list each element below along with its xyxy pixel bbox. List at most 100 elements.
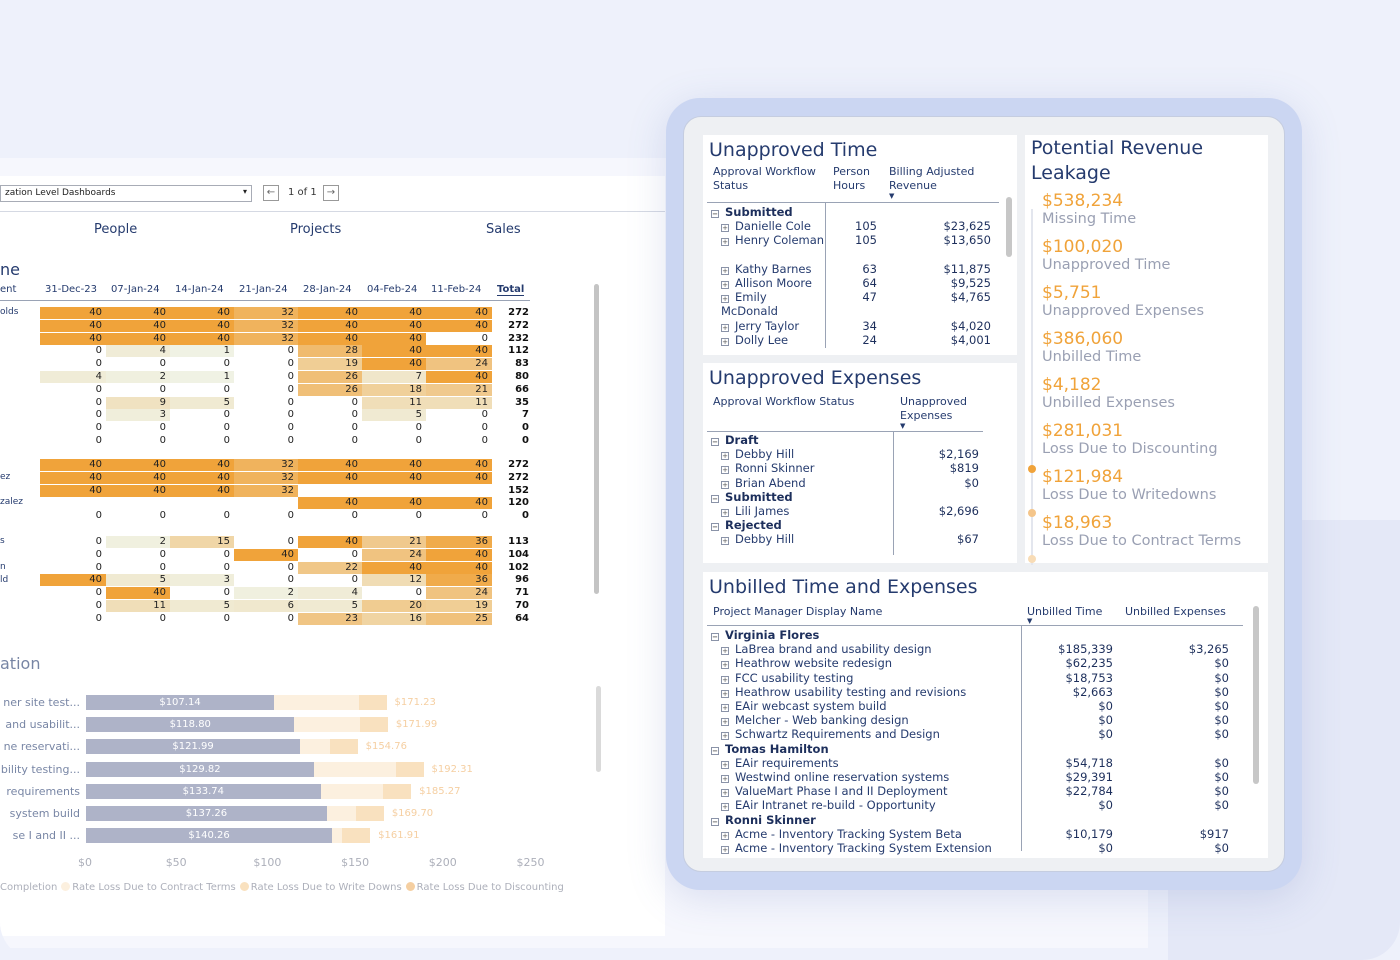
bar-label[interactable]: requirements [0,785,80,798]
heatmap-cell[interactable]: 28 [298,345,362,358]
heatmap-cell[interactable]: 24 [362,548,426,561]
row-label[interactable]: ld [0,575,8,585]
heatmap-cell[interactable]: 24 [426,358,492,371]
heatmap-cell[interactable]: 0 [170,358,234,370]
collapse-icon[interactable]: − [711,210,719,218]
heatmap-cell[interactable]: 5 [170,600,234,612]
heatmap-cell[interactable]: 3 [106,409,170,422]
heatmap-cell[interactable]: 0 [40,409,106,421]
group-row[interactable]: − Rejected [711,518,782,532]
heatmap-cell[interactable]: 15 [170,536,234,548]
heatmap-cell[interactable]: 40 [40,459,106,471]
heatmap-cell[interactable]: 26 [298,383,362,396]
expand-icon[interactable]: + [721,775,729,783]
dashboard-selector[interactable]: zation Level Dashboards ▾ [0,185,252,202]
heatmap-cell[interactable]: 12 [362,574,426,587]
expand-icon[interactable]: + [721,509,729,517]
col-approval-workflow-status[interactable]: Approval Workflow Status [713,165,831,193]
expand-icon[interactable]: + [721,760,729,769]
heatmap-cell[interactable]: 40 [40,471,106,484]
leakage-label[interactable]: Loss Due to Discounting [1042,441,1218,457]
tab-projects[interactable]: Projects [290,222,341,237]
heatmap-cell[interactable]: 40 [298,471,362,484]
heatmap-cell[interactable]: 0 [234,371,298,383]
heatmap-cell[interactable]: 0 [298,435,362,447]
heatmap-cell[interactable]: 40 [426,548,492,561]
row-label[interactable]: ez [0,472,10,482]
table-row[interactable]: + Heathrow website redesign [721,656,892,670]
date-header[interactable]: 21-Jan-24 [239,284,288,295]
heatmap-cell[interactable]: 40 [426,371,492,383]
heatmap-cell[interactable]: 3 [170,574,234,587]
tab-people[interactable]: People [94,222,137,237]
heatmap-cell[interactable]: 36 [426,536,492,548]
heatmap-cell[interactable]: 0 [426,435,492,447]
heatmap-cell[interactable]: 0 [40,562,106,574]
table-row[interactable]: + Brian Abend [721,476,806,490]
date-header[interactable]: 31-Dec-23 [45,284,97,295]
heatmap-cell[interactable]: 40 [362,358,426,371]
table-row[interactable]: + Heathrow usability testing and revision… [721,685,966,699]
heatmap-cell[interactable]: 2 [106,371,170,383]
heatmap-cell[interactable]: 0 [234,358,298,370]
expand-icon[interactable]: + [721,337,729,346]
heatmap-cell[interactable]: 0 [298,409,362,421]
heatmap-cell[interactable]: 40 [362,332,426,345]
bar-label[interactable]: system build [0,807,80,820]
table-row[interactable]: + EAir requirements [721,756,839,770]
unbilled-scrollbar[interactable] [1253,606,1259,784]
heatmap-cell[interactable]: 0 [170,384,234,396]
table-row[interactable]: + Schwartz Requirements and Design [721,727,940,741]
row-label[interactable]: olds [0,307,18,317]
table-row[interactable]: + Danielle Cole [721,219,825,233]
bar-label[interactable]: ner site test... [0,696,80,709]
expand-icon[interactable]: + [721,452,729,461]
heatmap-cell[interactable]: 5 [362,409,426,422]
heatmap-cell[interactable]: 40 [298,497,362,510]
heatmap-cell[interactable]: 0 [40,358,106,370]
col-unbilled-time[interactable]: Unbilled Time [1027,605,1102,619]
col-person-hours[interactable]: Person Hours [833,165,883,193]
heatmap-cell[interactable]: 40 [106,332,170,345]
expand-icon[interactable]: + [721,647,729,656]
heatmap-cell[interactable]: 40 [426,497,492,510]
group-row[interactable]: − Virginia Flores [711,628,819,642]
row-label[interactable]: zalez [0,497,23,507]
heatmap-cell[interactable]: 0 [170,510,234,522]
heatmap-cell[interactable]: 0 [298,549,362,561]
legend-item[interactable]: Rate Loss Due to Discounting [417,882,564,893]
heatmap-cell[interactable]: 40 [106,459,170,471]
heatmap-cell[interactable]: 0 [106,510,170,522]
heatmap-cell[interactable]: 0 [170,422,234,434]
heatmap-cell[interactable]: 40 [106,319,170,332]
table-row[interactable]: + Lili James [721,504,789,518]
heatmap-cell[interactable]: 0 [106,435,170,447]
expand-icon[interactable]: + [721,732,729,741]
heatmap-cell[interactable]: 0 [298,422,362,434]
heatmap-cell[interactable]: 18 [362,383,426,396]
heatmap-cell[interactable]: 40 [170,332,234,345]
heatmap-cell[interactable]: 40 [170,471,234,484]
leakage-label[interactable]: Unbilled Expenses [1042,395,1175,411]
heatmap-cell[interactable]: 0 [234,536,298,548]
heatmap-cell[interactable]: 40 [362,319,426,332]
heatmap-cell[interactable]: 32 [234,332,298,345]
col-project-manager[interactable]: Project Manager Display Name [713,605,882,619]
heatmap-cell[interactable]: 32 [234,471,298,484]
legend-item[interactable]: Rate Loss Due to Write Downs [251,882,402,893]
heatmap-cell[interactable]: 0 [106,613,170,625]
heatmap-cell[interactable]: 32 [234,459,298,471]
heatmap-cell[interactable]: 21 [362,536,426,548]
heatmap-cell[interactable]: 40 [298,536,362,548]
table-row[interactable]: + EAir Intranet re-build - Opportunity [721,798,936,812]
heatmap-cell[interactable]: 5 [106,574,170,587]
table-row[interactable]: + Kathy Barnes [721,262,825,276]
heatmap-cell[interactable]: 19 [426,600,492,612]
heatmap-cell[interactable]: 40 [426,319,492,332]
heatmap-cell[interactable]: 0 [234,574,298,586]
heatmap-cell[interactable]: 4 [298,587,362,600]
heatmap-cell[interactable]: 40 [40,332,106,345]
heatmap-cell[interactable]: 0 [426,333,492,345]
group-row[interactable]: − Ronni Skinner [711,813,816,827]
heatmap-cell[interactable]: 40 [362,307,426,319]
